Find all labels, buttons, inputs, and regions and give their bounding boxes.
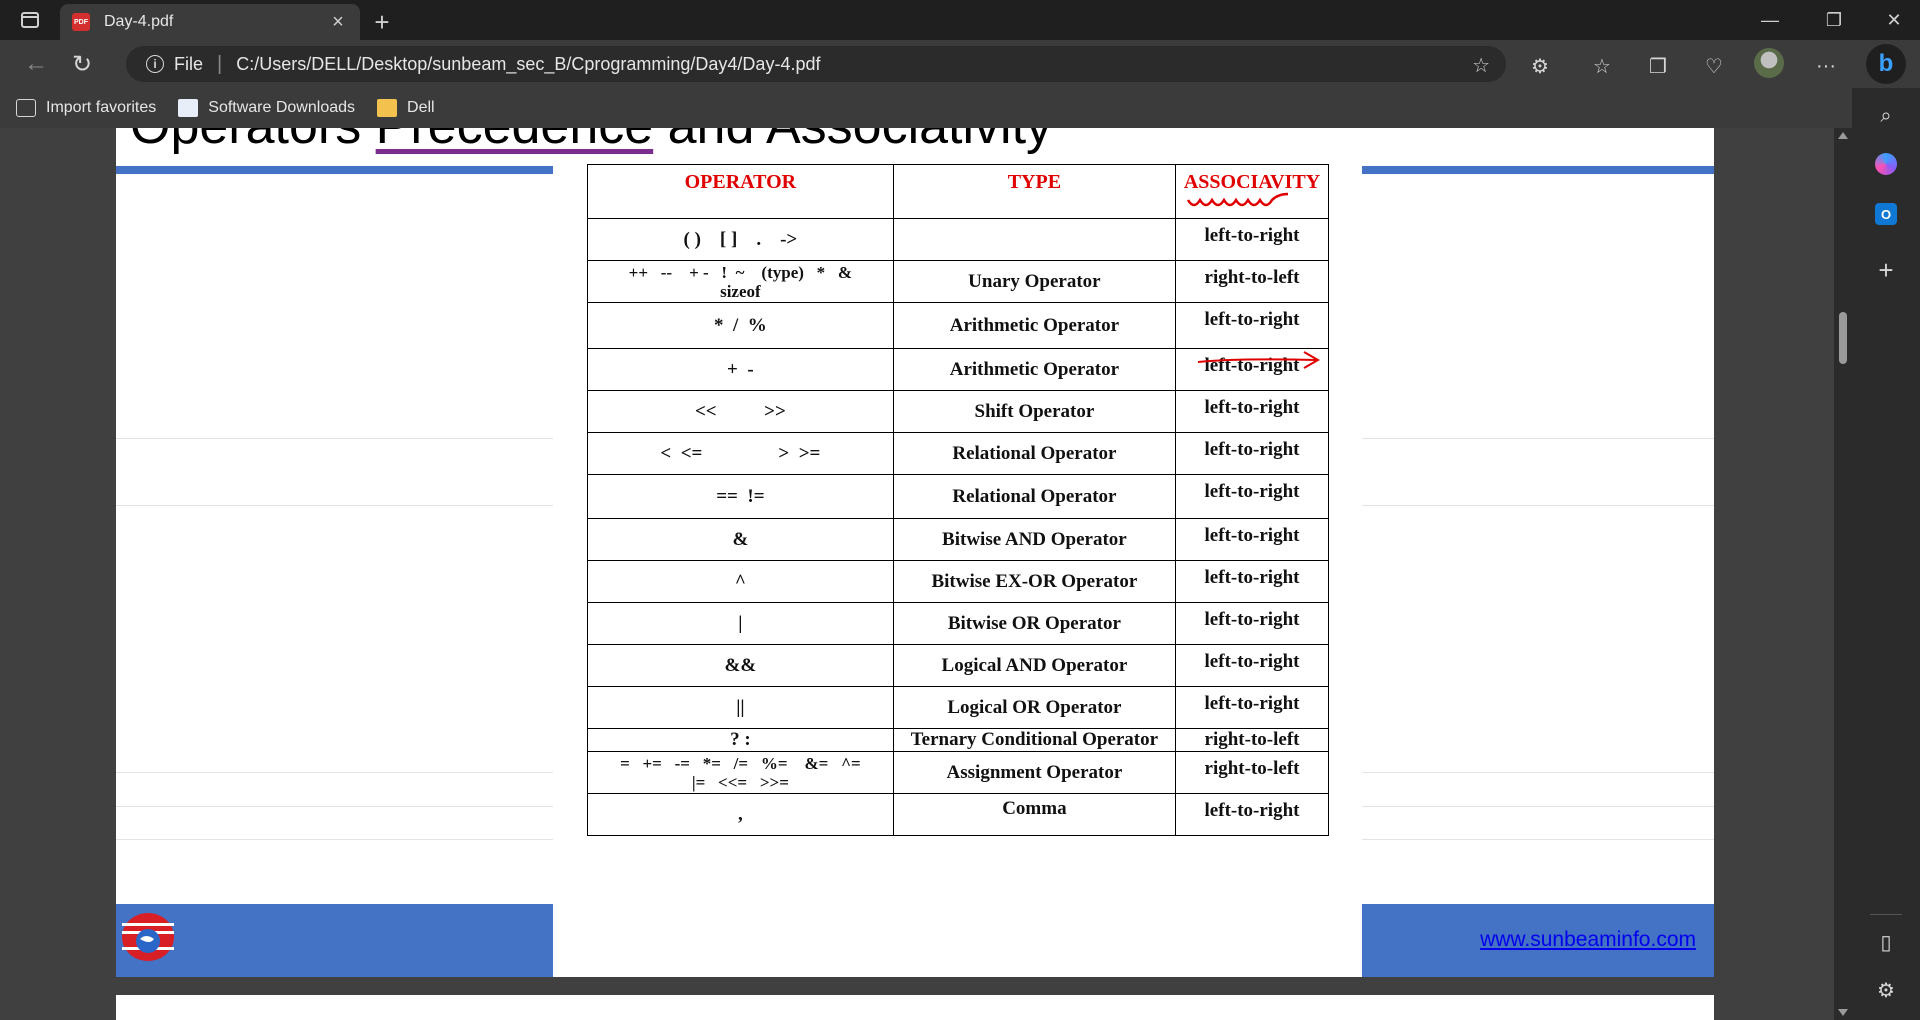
title-rule-left xyxy=(116,166,553,174)
info-icon[interactable]: i xyxy=(146,55,164,73)
hide-sidebar-icon[interactable]: ▯ xyxy=(1866,922,1906,962)
close-tab-icon[interactable]: × xyxy=(328,11,348,34)
profile-avatar[interactable] xyxy=(1754,48,1784,78)
header-operator: OPERATOR xyxy=(587,164,894,219)
header-type: TYPE xyxy=(892,164,1177,219)
url-text[interactable]: C:/Users/DELL/Desktop/sunbeam_sec_B/Cpro… xyxy=(236,54,820,75)
edge-sidebar: ⌕ O + ▯ ⚙ xyxy=(1852,88,1920,1020)
page-icon xyxy=(178,99,199,117)
table-row: = += -= *= /= %= &= ^= |= <<= >>= Assignm… xyxy=(587,751,1329,794)
table-row: ( ) [ ] . -> left-to-right xyxy=(587,218,1329,261)
import-icon xyxy=(16,99,36,117)
copilot-icon[interactable] xyxy=(1866,144,1906,184)
add-sidebar-app-icon[interactable]: + xyxy=(1866,250,1906,290)
title-rule-right xyxy=(1362,166,1714,174)
annotation-arrow xyxy=(1197,351,1321,369)
tab-day4-pdf[interactable]: PDF Day-4.pdf × xyxy=(60,4,360,40)
bookmark-dell[interactable]: Dell xyxy=(377,99,435,117)
close-window-button[interactable]: ✕ xyxy=(1866,0,1920,40)
table-row: , Comma left-to-right xyxy=(587,793,1329,836)
outlook-icon[interactable]: O xyxy=(1866,194,1906,234)
extensions-icon[interactable]: ⚙ xyxy=(1522,48,1558,84)
browser-essentials-icon[interactable]: ♡ xyxy=(1696,48,1732,84)
table-row: * / % Arithmetic Operator left-to-right xyxy=(587,302,1329,349)
pdf-file-icon: PDF xyxy=(72,13,90,31)
favorites-icon[interactable]: ☆ xyxy=(1584,48,1620,84)
pdf-page: Operators Precedence and Associativity w… xyxy=(116,128,1714,977)
table-row: | Bitwise OR Operator left-to-right xyxy=(587,602,1329,645)
refresh-button[interactable]: ↻ xyxy=(60,46,104,82)
scroll-down-icon[interactable] xyxy=(1838,1009,1848,1016)
tab-actions-button[interactable] xyxy=(0,0,60,40)
viewer-scrollbar[interactable] xyxy=(1834,128,1852,1020)
add-favorite-icon[interactable]: ☆ xyxy=(1472,53,1490,78)
bookmark-label: Import favorites xyxy=(46,99,157,116)
bookmark-label: Dell xyxy=(407,99,435,116)
sidebar-settings-icon[interactable]: ⚙ xyxy=(1866,970,1906,1010)
bookmark-import-favorites[interactable]: Import favorites xyxy=(16,99,156,117)
table-row: ++ -- + - ! ~ (type) * & sizeof Unary Ope… xyxy=(587,260,1329,303)
table-row: || Logical OR Operator left-to-right xyxy=(587,686,1329,729)
address-separator: | xyxy=(217,52,223,75)
scheme-label: File xyxy=(174,53,204,74)
minimize-button[interactable]: — xyxy=(1742,0,1798,40)
sunbeam-logo-icon xyxy=(122,913,174,961)
table-row: && Logical AND Operator left-to-right xyxy=(587,644,1329,687)
footer-band-left xyxy=(116,904,553,977)
bookmark-label: Software Downloads xyxy=(208,99,356,116)
copilot-bing-button[interactable]: b xyxy=(1866,44,1906,84)
table-row: < <= > >= Relational Operator left-to-righ… xyxy=(587,432,1329,475)
footer-website-link[interactable]: www.sunbeaminfo.com xyxy=(1480,928,1696,952)
table-row: == != Relational Operator left-to-right xyxy=(587,474,1329,519)
tab-title: Day-4.pdf xyxy=(104,13,174,30)
table-row: & Bitwise AND Operator left-to-right xyxy=(587,518,1329,561)
table-row: ? : Ternary Conditional Operator right-to-… xyxy=(587,728,1329,752)
sidebar-divider xyxy=(1870,914,1902,915)
restore-button[interactable]: ❐ xyxy=(1806,0,1862,40)
navigation-bar: ← ↻ i File | C:/Users/DELL/Desktop/sunbe… xyxy=(0,40,1920,88)
collections-icon[interactable]: ❐ xyxy=(1640,48,1676,84)
operator-precedence-table: OPERATOR TYPE ASSOCIAVITY ( ) [ ] . -> le… xyxy=(587,164,1329,836)
favorites-bar: Import favorites Software Downloads Dell xyxy=(0,88,1852,128)
pdf-viewer: Operators Precedence and Associativity w… xyxy=(0,128,1852,1020)
annotation-squiggle xyxy=(1186,192,1289,207)
back-button[interactable]: ← xyxy=(14,46,58,82)
folder-icon xyxy=(377,99,398,117)
more-options-icon[interactable]: ··· xyxy=(1808,48,1844,84)
pdf-next-page xyxy=(116,995,1714,1020)
title-bar: PDF Day-4.pdf × + xyxy=(0,0,1920,40)
scroll-up-icon[interactable] xyxy=(1838,132,1848,139)
new-tab-button[interactable]: + xyxy=(360,4,404,40)
search-icon[interactable]: ⌕ xyxy=(1866,96,1906,136)
bookmark-software-downloads[interactable]: Software Downloads xyxy=(178,99,355,117)
slide-title: Operators Precedence and Associativity xyxy=(130,128,1052,156)
address-bar[interactable]: i File | C:/Users/DELL/Desktop/sunbeam_s… xyxy=(126,46,1506,82)
tab-actions-icon xyxy=(21,12,39,28)
scroll-thumb[interactable] xyxy=(1839,312,1847,364)
table-row: ^ Bitwise EX-OR Operator left-to-right xyxy=(587,560,1329,603)
table-row: << >> Shift Operator left-to-right xyxy=(587,390,1329,433)
